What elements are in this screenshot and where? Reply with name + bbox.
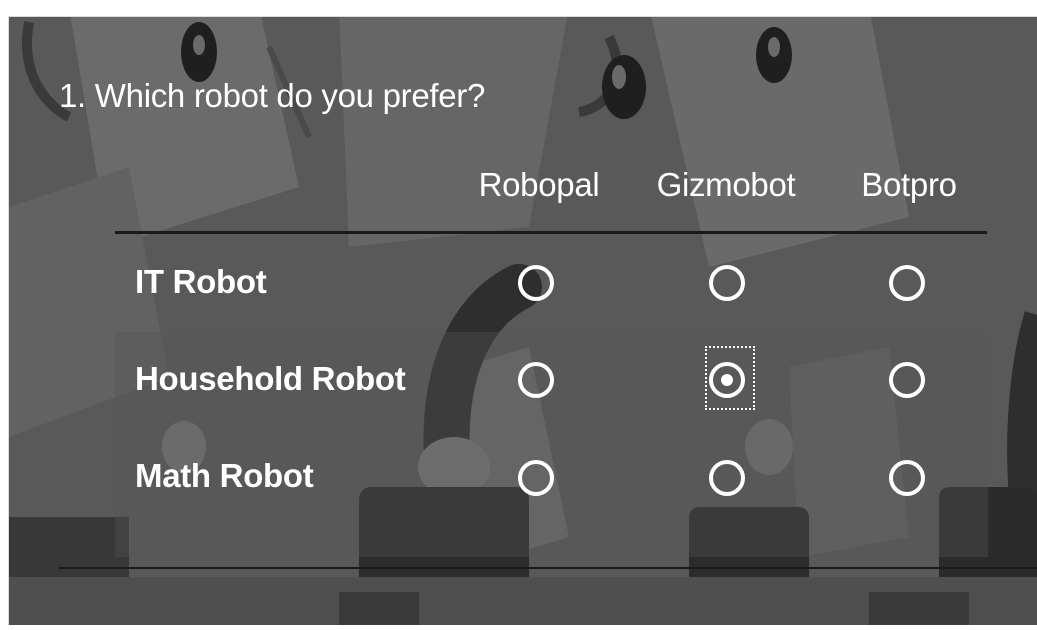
survey-panel: 1. Which robot do you prefer? Robopal Gi… <box>8 16 1037 625</box>
radio-math-robot-botpro[interactable] <box>889 460 925 496</box>
radio-it-robot-botpro[interactable] <box>889 265 925 301</box>
radio-household-robot-gizmobot[interactable] <box>709 362 745 398</box>
question-title: 1. Which robot do you prefer? <box>59 77 486 114</box>
radio-math-robot-gizmobot[interactable] <box>709 460 745 496</box>
column-header-botpro: Botpro <box>861 166 957 203</box>
radio-household-robot-botpro[interactable] <box>889 362 925 398</box>
radio-it-robot-robopal[interactable] <box>518 265 554 301</box>
row-label-math-robot: Math Robot <box>135 457 314 494</box>
header-divider <box>115 231 987 234</box>
column-header-robopal: Robopal <box>478 166 600 203</box>
question-bottom-divider <box>59 567 1037 569</box>
radio-math-robot-robopal[interactable] <box>518 460 554 496</box>
row-label-household-robot: Household Robot <box>135 360 406 397</box>
column-header-gizmobot: Gizmobot <box>656 166 796 203</box>
row-label-it-robot: IT Robot <box>135 263 267 300</box>
radio-it-robot-gizmobot[interactable] <box>709 265 745 301</box>
radio-household-robot-robopal[interactable] <box>518 362 554 398</box>
